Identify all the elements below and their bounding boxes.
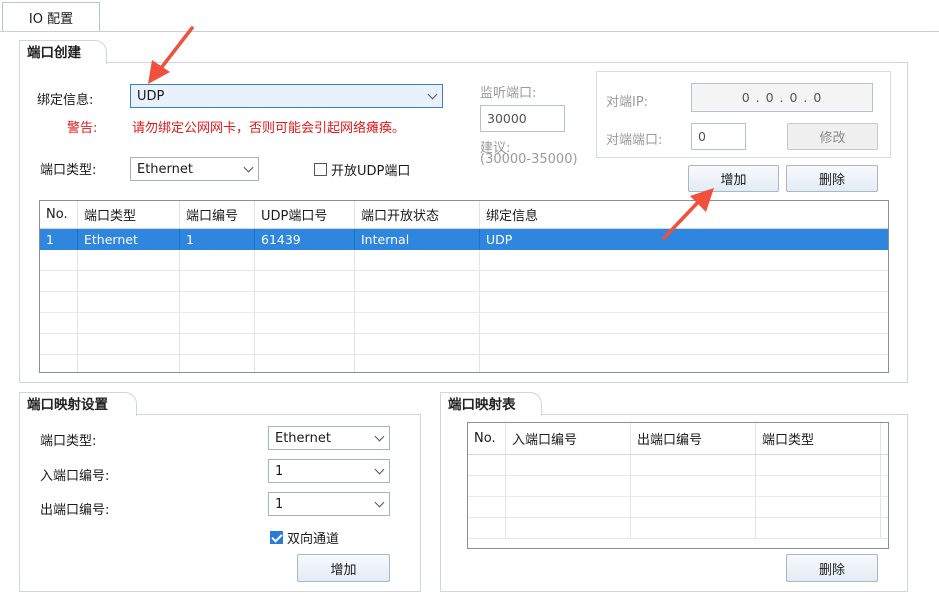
group-top-border xyxy=(105,62,908,63)
chevron-down-icon xyxy=(374,497,385,507)
add-port-button[interactable]: 增加 xyxy=(688,165,779,192)
column-header[interactable]: No. xyxy=(468,423,506,454)
bidirectional-label: 双向通道 xyxy=(287,532,340,547)
bidirectional-checkbox[interactable] xyxy=(270,531,283,544)
peer-ip-label: 对端IP: xyxy=(606,95,649,110)
column-header[interactable]: 端口编号 xyxy=(180,201,255,228)
add-mapping-button[interactable]: 增加 xyxy=(297,554,390,582)
column-header[interactable]: 端口开放状态 xyxy=(355,201,480,228)
peer-ip-input[interactable]: 0 . 0 . 0 . 0 xyxy=(691,83,873,112)
mapping-settings-title: 端口映射设置 xyxy=(19,392,137,416)
warning-text: 请勿绑定公网网卡，否则可能会引起网络瘫痪。 xyxy=(132,121,406,136)
tab-io-config[interactable]: IO 配置 xyxy=(2,2,100,32)
open-udp-checkbox-wrap[interactable]: 开放UDP端口 xyxy=(314,160,410,179)
chevron-down-icon xyxy=(427,89,438,99)
table-cell: Internal xyxy=(355,229,480,249)
port-create-title: 端口创建 xyxy=(19,40,107,64)
listen-port-input[interactable]: 30000 xyxy=(480,105,565,132)
table-row-empty xyxy=(40,292,888,313)
title-left-border xyxy=(19,392,20,416)
open-udp-checkbox[interactable] xyxy=(314,163,327,176)
title-left-border xyxy=(19,40,20,64)
table-cell: 1 xyxy=(180,229,255,249)
out-port-value: 1 xyxy=(275,496,284,512)
out-port-select[interactable]: 1 xyxy=(268,492,390,516)
table-row-empty xyxy=(40,271,888,292)
bind-info-select[interactable]: UDP xyxy=(130,84,443,108)
delete-port-button[interactable]: 删除 xyxy=(786,165,878,192)
column-header[interactable]: 端口类型 xyxy=(756,423,881,454)
mapping-table-title: 端口映射表 xyxy=(440,392,542,416)
table-row[interactable]: 1 Ethernet 1 61439 Internal UDP xyxy=(40,229,888,250)
port-table[interactable]: No. 端口类型 端口编号 UDP端口号 端口开放状态 绑定信息 1 Ether… xyxy=(39,200,889,373)
bind-info-value: UDP xyxy=(137,88,165,104)
table-row-empty xyxy=(40,313,888,334)
table-row-empty xyxy=(40,250,888,271)
suggest-range: (30000-35000) xyxy=(480,152,578,167)
chevron-down-icon xyxy=(374,431,385,441)
bidirectional-checkbox-wrap[interactable]: 双向通道 xyxy=(270,528,339,547)
in-port-value: 1 xyxy=(275,463,284,479)
group-top-border xyxy=(135,414,421,415)
peer-ip-value: 0 . 0 . 0 . 0 xyxy=(741,90,823,105)
warning-label: 警告: xyxy=(67,121,98,136)
table-header: No. 入端口编号 出端口编号 端口类型 xyxy=(468,423,888,455)
column-header[interactable]: UDP端口号 xyxy=(255,201,355,228)
column-header[interactable]: 端口类型 xyxy=(78,201,180,228)
table-cell: UDP xyxy=(486,231,513,247)
in-port-select[interactable]: 1 xyxy=(268,459,390,483)
table-row-empty xyxy=(468,455,888,476)
table-row-empty xyxy=(468,476,888,497)
peer-port-input[interactable]: 0 xyxy=(691,123,746,150)
group-top-border xyxy=(540,414,908,415)
port-type-value: Ethernet xyxy=(137,161,193,177)
map-port-type-label: 端口类型: xyxy=(40,434,97,449)
open-udp-label: 开放UDP端口 xyxy=(331,164,411,179)
out-port-label: 出端口编号: xyxy=(40,503,110,518)
map-port-type-select[interactable]: Ethernet xyxy=(268,426,390,450)
modify-button[interactable]: 修改 xyxy=(787,123,878,150)
delete-mapping-button[interactable]: 删除 xyxy=(786,554,878,582)
column-header[interactable]: 入端口编号 xyxy=(506,423,631,454)
table-row-empty xyxy=(468,497,888,518)
chevron-down-icon xyxy=(374,464,385,474)
listen-port-value: 30000 xyxy=(487,111,527,126)
port-type-label: 端口类型: xyxy=(40,163,97,178)
bind-info-label: 绑定信息: xyxy=(37,93,94,108)
tab-label: IO 配置 xyxy=(28,12,74,27)
table-row-empty xyxy=(468,518,888,539)
table-header: No. 端口类型 端口编号 UDP端口号 端口开放状态 绑定信息 xyxy=(40,201,888,229)
tab-divider xyxy=(0,31,939,32)
mapping-table[interactable]: No. 入端口编号 出端口编号 端口类型 xyxy=(467,422,889,549)
peer-port-label: 对端端口: xyxy=(606,133,663,148)
in-port-label: 入端口编号: xyxy=(40,469,110,484)
column-header[interactable]: No. xyxy=(40,201,78,228)
chevron-down-icon xyxy=(243,162,254,172)
column-header[interactable]: 绑定信息 xyxy=(480,201,886,228)
table-cell: 61439 xyxy=(255,229,355,249)
table-row-empty xyxy=(40,334,888,355)
table-row-empty xyxy=(40,355,888,372)
listen-port-label: 监听端口: xyxy=(480,86,537,101)
peer-port-value: 0 xyxy=(698,129,706,144)
table-cell: Ethernet xyxy=(78,229,180,249)
table-cell: 1 xyxy=(40,229,78,249)
map-port-type-value: Ethernet xyxy=(275,430,331,446)
column-header[interactable]: 出端口编号 xyxy=(631,423,756,454)
port-type-select[interactable]: Ethernet xyxy=(130,157,259,181)
title-left-border xyxy=(440,392,441,416)
